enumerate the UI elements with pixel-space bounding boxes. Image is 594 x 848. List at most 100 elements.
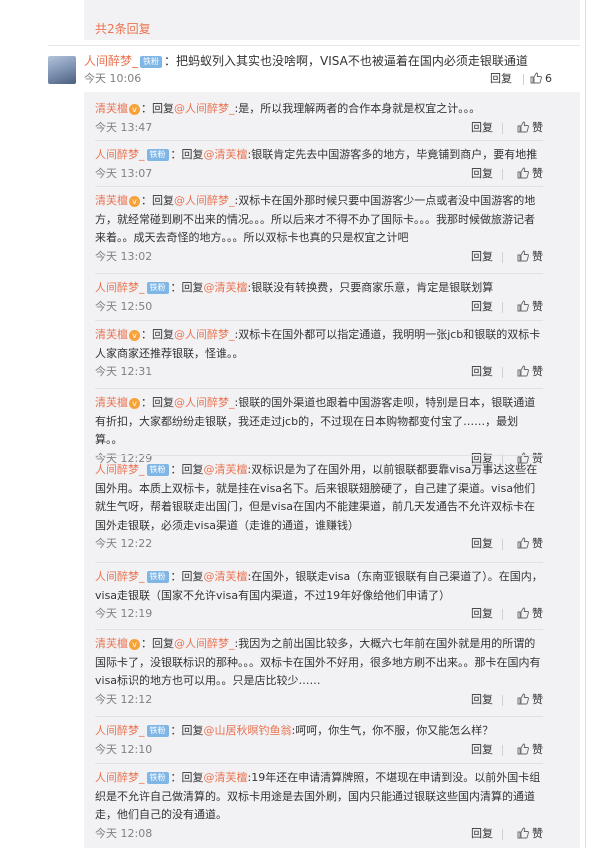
reply-item: 人间醉梦_ 铁粉 ：回复@清芙檀:在国外，银联走visa（东南亚银联有自己渠道了）。… <box>95 568 543 623</box>
author-name[interactable]: 人间醉梦_ <box>95 771 145 784</box>
like-button[interactable]: 赞 <box>517 119 543 137</box>
timestamp: 今天 12:10 <box>95 742 153 756</box>
like-button[interactable]: 赞 <box>517 605 543 623</box>
reply-button[interactable]: 回复 <box>471 248 493 266</box>
mention-link[interactable]: @人间醉梦_ <box>174 637 235 650</box>
like-count: 6 <box>545 72 552 85</box>
total-replies-link[interactable]: 共2条回复 <box>95 20 151 37</box>
reply-text: 清芙檀 v ：回复@人间醉梦_:双标卡在国外都可以指定通道，我明明一张jcb和银联的… <box>95 326 543 363</box>
like-label: 赞 <box>532 742 543 756</box>
like-label: 赞 <box>532 365 543 378</box>
divider <box>95 140 543 141</box>
author-name[interactable]: 清芙檀 <box>95 102 128 115</box>
mention-link[interactable]: @清芙檀 <box>204 148 248 161</box>
reply-button[interactable]: 回复 <box>471 298 493 316</box>
reply-text: 人间醉梦_ 铁粉 ：回复@清芙檀:19年还在申请清算牌照，不堪现在申请到没。以前外国… <box>95 769 543 825</box>
reply-prefix: ：回复 <box>170 463 204 476</box>
reply-button[interactable]: 回复 <box>471 165 493 183</box>
reply-prefix: ：回复 <box>141 194 174 207</box>
comment-body: ：把蚂蚁列入其实也没啥啊，VISA不也被逼着在国内必须走银联通道 <box>164 54 528 68</box>
previous-replies-panel <box>84 0 580 40</box>
like-button[interactable]: 赞 <box>517 363 543 381</box>
separator <box>502 301 503 313</box>
author-name[interactable]: 清芙檀 <box>95 194 128 207</box>
timestamp: 今天 12:08 <box>95 826 153 840</box>
reply-text: 人间醉梦_ 铁粉 ：回复@清芙檀:银联肯定先去中国游客多的地方，毕竟铺到商户，要有地… <box>95 146 543 165</box>
divider <box>95 562 543 563</box>
avatar[interactable] <box>48 56 76 84</box>
reply-meta: 今天 12:10 回复 赞 <box>95 741 543 759</box>
reply-item: 清芙檀 v ：回复@人间醉梦_:双标卡在国外那时候只要中国游客少一点或者没中国游客的… <box>95 192 543 266</box>
mention-link[interactable]: @人间醉梦_ <box>174 102 235 115</box>
reply-meta: 今天 12:22 回复 赞 <box>95 535 543 553</box>
like-button[interactable]: 赞 <box>517 741 543 759</box>
like-button[interactable]: 赞 <box>517 825 543 843</box>
separator <box>502 251 503 263</box>
mention-link[interactable]: @人间醉梦_ <box>174 396 235 409</box>
author-name[interactable]: 清芙檀 <box>95 637 128 650</box>
reply-button[interactable]: 回复 <box>471 825 493 843</box>
reply-text: 人间醉梦_ 铁粉 ：回复@清芙檀:双标识是为了在国外用，以前银联都要靠visa万事达… <box>95 461 543 535</box>
reply-body: :呵呵，你生气，你不服，你又能怎么样？ <box>291 724 494 737</box>
like-button[interactable]: 赞 <box>517 691 543 709</box>
like-button[interactable]: 赞 <box>517 535 543 553</box>
reply-button[interactable]: 回复 <box>471 363 493 381</box>
author-name[interactable]: 清芙檀 <box>95 396 128 409</box>
reply-item: 清芙檀 v ：回复@人间醉梦_:银联的国外渠道也跟着中国游客走呗，特别是日本，银联通… <box>95 394 543 468</box>
divider <box>95 388 543 389</box>
like-button[interactable]: 6 <box>530 70 552 88</box>
reply-prefix: ：回复 <box>141 328 174 341</box>
reply-button[interactable]: 回复 <box>490 70 512 88</box>
timestamp: 今天 12:31 <box>95 365 153 378</box>
mention-link[interactable]: @清芙檀 <box>204 570 248 583</box>
reply-text: 清芙檀 v ：回复@人间醉梦_:是，所以我理解两者的合作本身就是权宜之计。。。 <box>95 100 543 119</box>
reply-meta: 今天 12:08 回复 赞 <box>95 825 543 843</box>
author-name[interactable]: 人间醉梦_ <box>95 570 145 583</box>
author-name[interactable]: 人间醉梦_ <box>95 463 145 476</box>
reply-button[interactable]: 回复 <box>471 605 493 623</box>
fan-badge: 铁粉 <box>146 464 169 476</box>
thumbs-up-icon <box>517 167 529 178</box>
divider <box>95 629 543 630</box>
thumbs-up-icon <box>517 693 529 704</box>
reply-item: 清芙檀 v ：回复@人间醉梦_:我因为之前出国比较多，大概六七年前在国外就是用的所谓… <box>95 635 543 709</box>
thumbs-up-icon <box>517 121 529 132</box>
mention-link[interactable]: @人间醉梦_ <box>174 328 235 341</box>
author-name[interactable]: 清芙檀 <box>95 328 128 341</box>
author-name[interactable]: 人间醉梦_ <box>95 281 145 294</box>
author-name[interactable]: 人间醉梦_ <box>95 148 145 161</box>
separator <box>502 828 503 840</box>
reply-button[interactable]: 回复 <box>471 691 493 709</box>
mention-link[interactable]: @清芙檀 <box>204 463 248 476</box>
reply-item: 清芙檀 v ：回复@人间醉梦_:双标卡在国外都可以指定通道，我明明一张jcb和银联的… <box>95 326 543 381</box>
mention-link[interactable]: @清芙檀 <box>204 771 248 784</box>
separator <box>523 74 524 85</box>
main-comment-text: 人间醉梦_ 铁粉 ：把蚂蚁列入其实也没啥啊，VISA不也被逼着在国内必须走银联通道 <box>84 52 580 70</box>
divider <box>95 273 543 274</box>
reply-button[interactable]: 回复 <box>471 535 493 553</box>
author-name[interactable]: 人间醉梦_ <box>95 724 145 737</box>
separator <box>502 694 503 706</box>
timestamp: 今天 12:19 <box>95 607 153 620</box>
reply-text: 人间醉梦_ 铁粉 ：回复@清芙檀:在国外，银联走visa（东南亚银联有自己渠道了）。… <box>95 568 543 605</box>
like-button[interactable]: 赞 <box>517 248 543 266</box>
author-name[interactable]: 人间醉梦_ <box>84 54 138 68</box>
like-label: 赞 <box>532 607 543 620</box>
mention-link[interactable]: @人间醉梦_ <box>174 194 235 207</box>
reply-text: 人间醉梦_ 铁粉 ：回复@山居秋暝钓鱼翁:呵呵，你生气，你不服，你又能怎么样？ <box>95 722 543 741</box>
main-comment-meta: 今天 10:06 回复 6 <box>84 70 580 88</box>
reply-button[interactable]: 回复 <box>471 119 493 137</box>
reply-text: 清芙檀 v ：回复@人间醉梦_:双标卡在国外那时候只要中国游客少一点或者没中国游客的… <box>95 192 543 248</box>
reply-prefix: ：回复 <box>141 396 174 409</box>
mention-link[interactable]: @山居秋暝钓鱼翁 <box>204 724 292 737</box>
mention-link[interactable]: @清芙檀 <box>204 281 248 294</box>
reply-meta: 今天 12:19 回复 赞 <box>95 605 543 623</box>
like-button[interactable]: 赞 <box>517 298 543 316</box>
reply-button[interactable]: 回复 <box>471 741 493 759</box>
reply-item: 清芙檀 v ：回复@人间醉梦_:是，所以我理解两者的合作本身就是权宜之计。。。 今天 … <box>95 100 543 137</box>
thumbs-up-icon <box>517 365 529 377</box>
reply-meta: 今天 12:12 回复 赞 <box>95 691 543 709</box>
timestamp: 今天 13:07 <box>95 166 153 180</box>
like-button[interactable]: 赞 <box>517 165 543 183</box>
reply-meta: 今天 13:47 回复 赞 <box>95 119 543 137</box>
